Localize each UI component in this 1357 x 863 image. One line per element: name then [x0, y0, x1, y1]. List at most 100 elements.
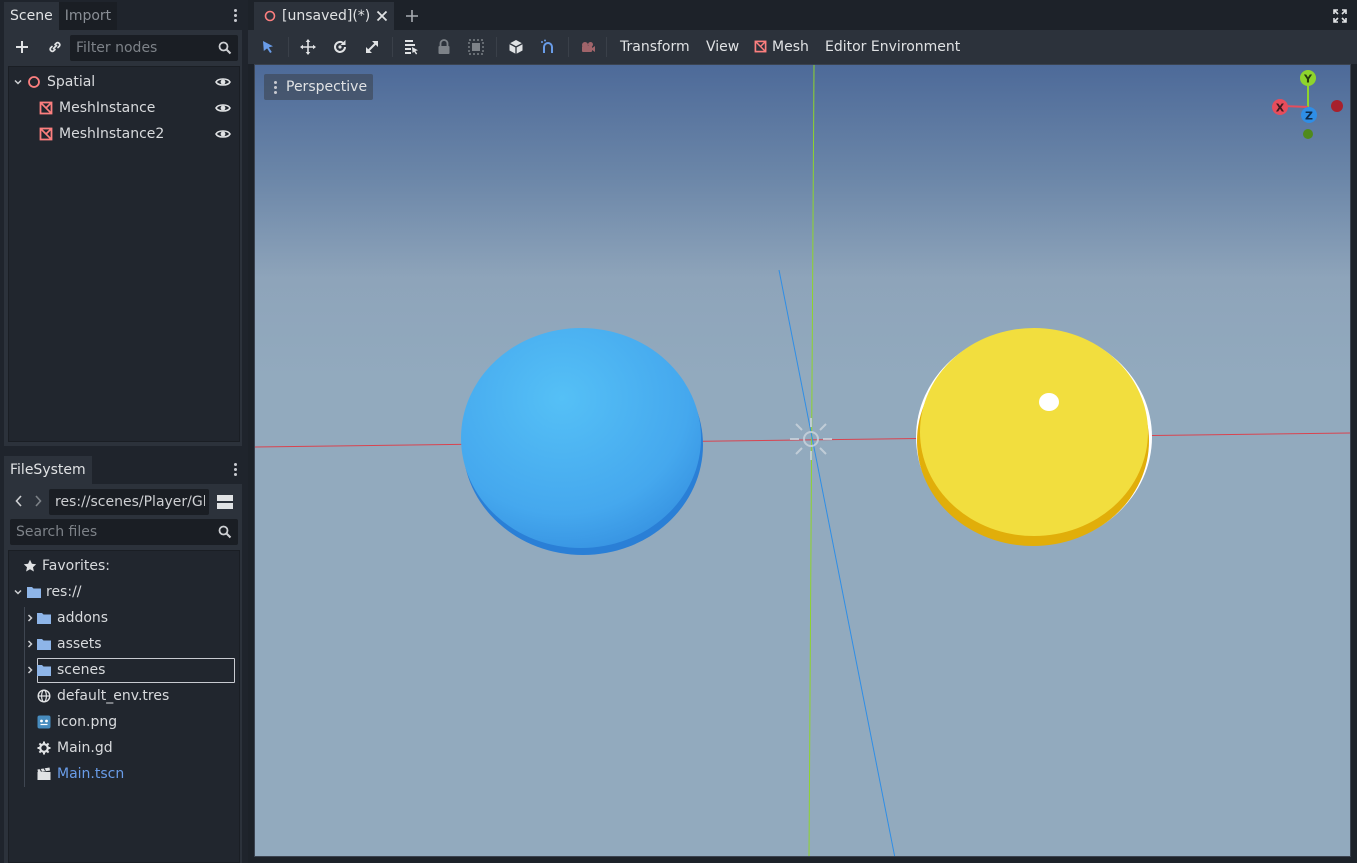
- toolbar-separator: [568, 37, 569, 57]
- folder-icon: [37, 612, 51, 624]
- forward-arrow-icon[interactable]: [31, 491, 45, 511]
- tree-item-label: Spatial: [47, 74, 96, 90]
- scene-dock-menu-icon[interactable]: [229, 9, 241, 22]
- y-axis-line: [808, 65, 815, 856]
- perspective-menu-button[interactable]: Perspective: [264, 74, 374, 100]
- scene-tab-unsaved[interactable]: [unsaved](*): [254, 2, 394, 30]
- folder-item-scenes[interactable]: scenes: [25, 657, 105, 683]
- camera-preview-icon[interactable]: [578, 37, 598, 57]
- globe-icon: [37, 689, 51, 703]
- mesh-instance-icon: [39, 127, 53, 141]
- local-space-cube-icon[interactable]: [506, 37, 526, 57]
- new-scene-tab-plus-icon[interactable]: [402, 6, 422, 26]
- transform-menu[interactable]: Transform: [620, 36, 690, 58]
- yellow-disc-mesh[interactable]: [916, 328, 1152, 546]
- z-axis-line: [778, 269, 896, 856]
- favorites-label: Favorites:: [42, 558, 110, 574]
- toolbar-separator: [288, 37, 289, 57]
- image-file-icon: [37, 715, 51, 729]
- tree-item-label: MeshInstance2: [59, 126, 165, 142]
- filter-nodes-field[interactable]: [70, 35, 238, 61]
- toolbar-separator: [392, 37, 393, 57]
- viewport-scene-svg: X Y Z: [255, 65, 1350, 856]
- perspective-label: Perspective: [286, 79, 368, 95]
- tree-item-spatial[interactable]: Spatial: [13, 69, 237, 95]
- move-mode-icon[interactable]: [298, 37, 318, 57]
- instance-scene-link-icon[interactable]: [45, 37, 65, 57]
- file-tree-label: scenes: [57, 662, 106, 678]
- chevron-down-icon[interactable]: [13, 77, 23, 87]
- 3d-viewport[interactable]: X Y Z Perspective: [254, 64, 1351, 857]
- chevron-right-icon[interactable]: [25, 639, 35, 649]
- chevron-right-icon[interactable]: [25, 665, 35, 675]
- back-arrow-icon[interactable]: [12, 491, 26, 511]
- search-files-input[interactable]: [10, 519, 238, 545]
- select-mode-cursor-icon[interactable]: [258, 37, 278, 57]
- file-item-icon-png[interactable]: icon.png: [37, 709, 117, 735]
- visibility-eye-icon[interactable]: [215, 75, 231, 89]
- file-tree-label: Main.tscn: [57, 766, 125, 782]
- mesh-instance-icon: [39, 101, 53, 115]
- chevron-down-icon[interactable]: [13, 587, 23, 597]
- lock-icon[interactable]: [434, 37, 454, 57]
- kebab-menu-icon: [270, 80, 280, 94]
- favorites-item[interactable]: Favorites:: [23, 553, 110, 579]
- file-tree-label: addons: [57, 610, 109, 626]
- visibility-eye-icon[interactable]: [215, 127, 231, 141]
- toolbar-separator: [496, 37, 497, 57]
- tab-filesystem[interactable]: FileSystem: [4, 456, 92, 484]
- toolbar-separator: [606, 37, 607, 57]
- filesystem-dock-tabs: FileSystem: [4, 456, 92, 484]
- add-node-icon[interactable]: [12, 37, 32, 57]
- tree-item-meshinstance[interactable]: MeshInstance: [13, 95, 237, 121]
- filesystem-dock-menu-icon[interactable]: [229, 463, 241, 476]
- split-mode-icon[interactable]: [214, 491, 236, 513]
- tab-scene[interactable]: Scene: [4, 2, 59, 30]
- search-icon: [218, 525, 232, 543]
- path-input[interactable]: [49, 489, 209, 515]
- file-item-main-tscn[interactable]: Main.tscn: [37, 761, 124, 787]
- file-tree: Favorites: res:// addons assets scenes d…: [8, 550, 240, 863]
- origin-light-gizmo: [790, 418, 832, 460]
- file-item-main-gd[interactable]: Main.gd: [37, 735, 113, 761]
- snap-magnet-icon[interactable]: [538, 37, 558, 57]
- folder-icon: [27, 586, 41, 598]
- mesh-instance-icon: [754, 40, 767, 53]
- folder-item-assets[interactable]: assets: [25, 631, 102, 657]
- group-icon[interactable]: [466, 37, 486, 57]
- folder-icon: [37, 638, 51, 650]
- star-icon: [23, 559, 37, 573]
- view-menu[interactable]: View: [706, 36, 739, 58]
- tree-item-meshinstance2[interactable]: MeshInstance2: [13, 121, 237, 147]
- chevron-right-icon[interactable]: [25, 613, 35, 623]
- rotate-mode-icon[interactable]: [330, 37, 350, 57]
- editor-environment-menu[interactable]: Editor Environment: [825, 36, 960, 58]
- mesh-menu[interactable]: Mesh: [772, 36, 809, 58]
- gear-icon: [37, 741, 51, 755]
- root-folder-item[interactable]: res://: [13, 579, 82, 605]
- blue-disc-mesh[interactable]: [461, 328, 703, 555]
- tab-import[interactable]: Import: [58, 2, 118, 30]
- folder-item-addons[interactable]: addons: [25, 605, 108, 631]
- filter-nodes-input[interactable]: [70, 35, 238, 61]
- distraction-free-expand-icon[interactable]: [1330, 6, 1350, 26]
- clapperboard-icon: [37, 767, 51, 781]
- path-field[interactable]: [49, 489, 209, 515]
- file-item-default-env[interactable]: default_env.tres: [37, 683, 169, 709]
- search-files-field[interactable]: [10, 519, 238, 545]
- spatial-node-icon: [264, 10, 276, 22]
- scene-tree: Spatial MeshInstance MeshInstance2: [8, 66, 240, 442]
- file-tree-label: icon.png: [57, 714, 118, 730]
- scale-mode-icon[interactable]: [362, 37, 382, 57]
- gizmo-z-label: Z: [1305, 110, 1313, 123]
- list-select-icon[interactable]: [401, 37, 421, 57]
- scene-dock-panel: Spatial MeshInstance: [4, 30, 242, 446]
- tree-item-label: MeshInstance: [59, 100, 156, 116]
- orientation-gizmo[interactable]: X Y Z: [1272, 70, 1343, 139]
- root-folder-label: res://: [46, 584, 82, 600]
- file-tree-label: assets: [57, 636, 102, 652]
- close-tab-icon[interactable]: [376, 10, 388, 22]
- file-tree-label: Main.gd: [57, 740, 113, 756]
- visibility-eye-icon[interactable]: [215, 101, 231, 115]
- file-tree-label: default_env.tres: [57, 688, 170, 704]
